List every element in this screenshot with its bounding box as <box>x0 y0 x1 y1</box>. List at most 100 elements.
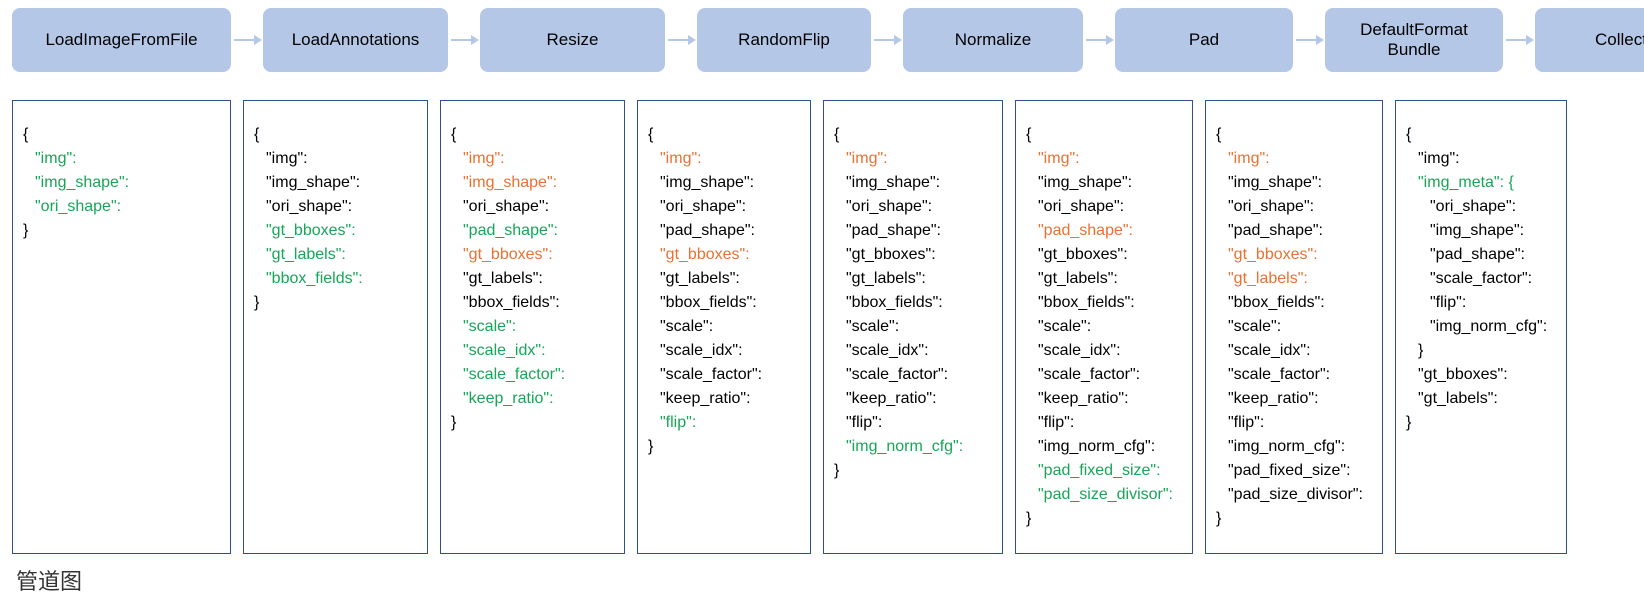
code-line: "img_norm_cfg": <box>1216 435 1374 459</box>
code-line: "img": <box>1216 147 1374 171</box>
code-line: "ori_shape": <box>648 195 802 219</box>
pipeline-header-row: LoadImageFromFile LoadAnnotations Resize… <box>12 8 1632 72</box>
code-line: } <box>23 219 222 243</box>
stage-body-7: {"img":"img_meta": {"ori_shape":"img_sha… <box>1395 100 1567 554</box>
code-line: "keep_ratio": <box>1216 387 1374 411</box>
code-line: "scale_factor": <box>834 363 994 387</box>
code-line: "scale": <box>1026 315 1184 339</box>
stage-title: DefaultFormat Bundle <box>1360 20 1468 59</box>
code-line: "img_norm_cfg": <box>834 435 994 459</box>
code-line: "img": <box>1026 147 1184 171</box>
code-line: "scale_factor": <box>451 363 616 387</box>
stage-body-2: {"img":"img_shape":"ori_shape":"pad_shap… <box>440 100 625 554</box>
code-line: "scale_idx": <box>1026 339 1184 363</box>
code-line: { <box>451 123 616 147</box>
code-line: "img_shape": <box>451 171 616 195</box>
stage-header-0: LoadImageFromFile <box>12 8 231 72</box>
arrow-icon <box>1503 32 1535 48</box>
code-line: "gt_bboxes": <box>1026 243 1184 267</box>
code-line: "ori_shape": <box>1026 195 1184 219</box>
code-line: "img": <box>1406 147 1558 171</box>
code-line: "keep_ratio": <box>834 387 994 411</box>
code-line: "flip": <box>1406 291 1558 315</box>
code-line: } <box>1216 507 1374 531</box>
code-line: "ori_shape": <box>834 195 994 219</box>
code-line: "scale_idx": <box>1216 339 1374 363</box>
code-line: "bbox_fields": <box>451 291 616 315</box>
code-line: "img_shape": <box>1406 219 1558 243</box>
code-line: "scale_factor": <box>1216 363 1374 387</box>
stage-title: Normalize <box>955 30 1032 50</box>
code-line: "pad_shape": <box>1406 243 1558 267</box>
code-line: "img": <box>254 147 419 171</box>
code-line: "gt_labels": <box>834 267 994 291</box>
code-line: "flip": <box>648 411 802 435</box>
code-line: "bbox_fields": <box>1216 291 1374 315</box>
stage-title: LoadImageFromFile <box>45 30 197 50</box>
code-line: "pad_size_divisor": <box>1026 483 1184 507</box>
code-line: "img": <box>23 147 222 171</box>
stage-header-7: Collect <box>1535 8 1644 72</box>
pipeline-body-row: {"img":"img_shape":"ori_shape":} {"img":… <box>12 100 1632 554</box>
code-line: } <box>834 459 994 483</box>
code-line: "pad_shape": <box>648 219 802 243</box>
stage-body-6: {"img":"img_shape":"ori_shape":"pad_shap… <box>1205 100 1383 554</box>
stage-header-1: LoadAnnotations <box>263 8 448 72</box>
code-line: "gt_labels": <box>451 267 616 291</box>
code-line: } <box>1406 411 1558 435</box>
code-line: "img_shape": <box>1026 171 1184 195</box>
code-line: "ori_shape": <box>1406 195 1558 219</box>
code-line: "scale": <box>648 315 802 339</box>
arrow-icon <box>231 32 263 48</box>
code-line: "img": <box>648 147 802 171</box>
code-line: "pad_size_divisor": <box>1216 483 1374 507</box>
code-line: "gt_labels": <box>254 243 419 267</box>
code-line: "keep_ratio": <box>648 387 802 411</box>
stage-header-4: Normalize <box>903 8 1083 72</box>
code-line: { <box>254 123 419 147</box>
code-line: { <box>1216 123 1374 147</box>
code-line: "img_meta": { <box>1406 171 1558 195</box>
code-line: "img": <box>451 147 616 171</box>
code-line: "ori_shape": <box>254 195 419 219</box>
arrow-icon <box>871 32 903 48</box>
code-line: "bbox_fields": <box>834 291 994 315</box>
stage-body-3: {"img":"img_shape":"ori_shape":"pad_shap… <box>637 100 811 554</box>
arrow-icon <box>1293 32 1325 48</box>
code-line: "ori_shape": <box>23 195 222 219</box>
code-line: "gt_labels": <box>1406 387 1558 411</box>
code-line: } <box>451 411 616 435</box>
code-line: "ori_shape": <box>1216 195 1374 219</box>
code-line: "keep_ratio": <box>451 387 616 411</box>
code-line: "gt_bboxes": <box>1216 243 1374 267</box>
code-line: "pad_shape": <box>834 219 994 243</box>
stage-body-5: {"img":"img_shape":"ori_shape":"pad_shap… <box>1015 100 1193 554</box>
stage-body-1: {"img":"img_shape":"ori_shape":"gt_bboxe… <box>243 100 428 554</box>
code-line: "pad_shape": <box>1216 219 1374 243</box>
stage-header-5: Pad <box>1115 8 1293 72</box>
stage-title: Collect <box>1595 30 1644 50</box>
code-line: "scale_idx": <box>648 339 802 363</box>
code-line: } <box>1406 339 1558 363</box>
stage-body-0: {"img":"img_shape":"ori_shape":} <box>12 100 231 554</box>
code-line: "scale_idx": <box>834 339 994 363</box>
code-line: "bbox_fields": <box>254 267 419 291</box>
code-line: "scale_factor": <box>1026 363 1184 387</box>
arrow-icon <box>1083 32 1115 48</box>
code-line: "gt_bboxes": <box>1406 363 1558 387</box>
stage-title: RandomFlip <box>738 30 830 50</box>
code-line: "gt_labels": <box>1026 267 1184 291</box>
code-line: "gt_bboxes": <box>834 243 994 267</box>
arrow-icon <box>448 32 480 48</box>
code-line: { <box>23 123 222 147</box>
code-line: { <box>648 123 802 147</box>
code-line: { <box>1026 123 1184 147</box>
code-line: "scale": <box>1216 315 1374 339</box>
code-line: } <box>254 291 419 315</box>
code-line: "gt_bboxes": <box>254 219 419 243</box>
stage-header-2: Resize <box>480 8 665 72</box>
code-line: "scale": <box>451 315 616 339</box>
caption: 管道图 <box>16 564 1632 596</box>
code-line: { <box>834 123 994 147</box>
code-line: "pad_fixed_size": <box>1026 459 1184 483</box>
